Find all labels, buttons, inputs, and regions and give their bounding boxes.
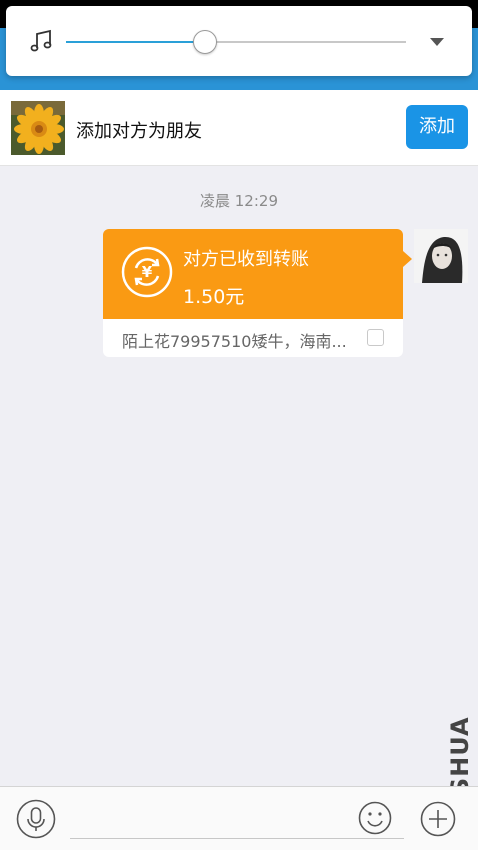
flower-avatar[interactable]	[11, 101, 65, 155]
transfer-amount: 1.50元	[183, 286, 245, 308]
emoji-icon[interactable]	[358, 801, 392, 835]
add-friend-banner: 添加对方为朋友 添加	[0, 90, 478, 166]
caret-down-icon[interactable]	[430, 38, 444, 46]
message-input[interactable]	[70, 799, 404, 839]
transfer-received-icon: ¥	[121, 246, 173, 298]
transfer-card-header: ¥ 对方已收到转账 1.50元	[103, 229, 403, 319]
alipay-icon	[367, 329, 384, 346]
plus-icon[interactable]	[420, 801, 456, 837]
chat-timestamp: 凌晨 12:29	[200, 192, 278, 210]
microphone-icon[interactable]	[16, 799, 56, 839]
music-note-icon	[30, 29, 52, 52]
svg-text:¥: ¥	[142, 263, 153, 281]
volume-fill	[66, 41, 206, 43]
transfer-message[interactable]: ¥ 对方已收到转账 1.50元 陌上花79957510矮牛，海南...	[103, 229, 412, 357]
transfer-status: 对方已收到转账	[183, 249, 309, 270]
bubble-tail	[403, 251, 412, 267]
user-avatar[interactable]	[414, 229, 468, 283]
transfer-card-footer: 陌上花79957510矮牛，海南...	[103, 319, 403, 357]
add-friend-button[interactable]: 添加	[406, 105, 468, 149]
transfer-description: 陌上花79957510矮牛，海南...	[122, 332, 347, 351]
volume-slider[interactable]	[66, 30, 406, 54]
volume-thumb[interactable]	[193, 30, 218, 54]
input-bar	[0, 786, 478, 850]
volume-popup	[6, 6, 472, 76]
add-friend-text: 添加对方为朋友	[76, 121, 202, 142]
